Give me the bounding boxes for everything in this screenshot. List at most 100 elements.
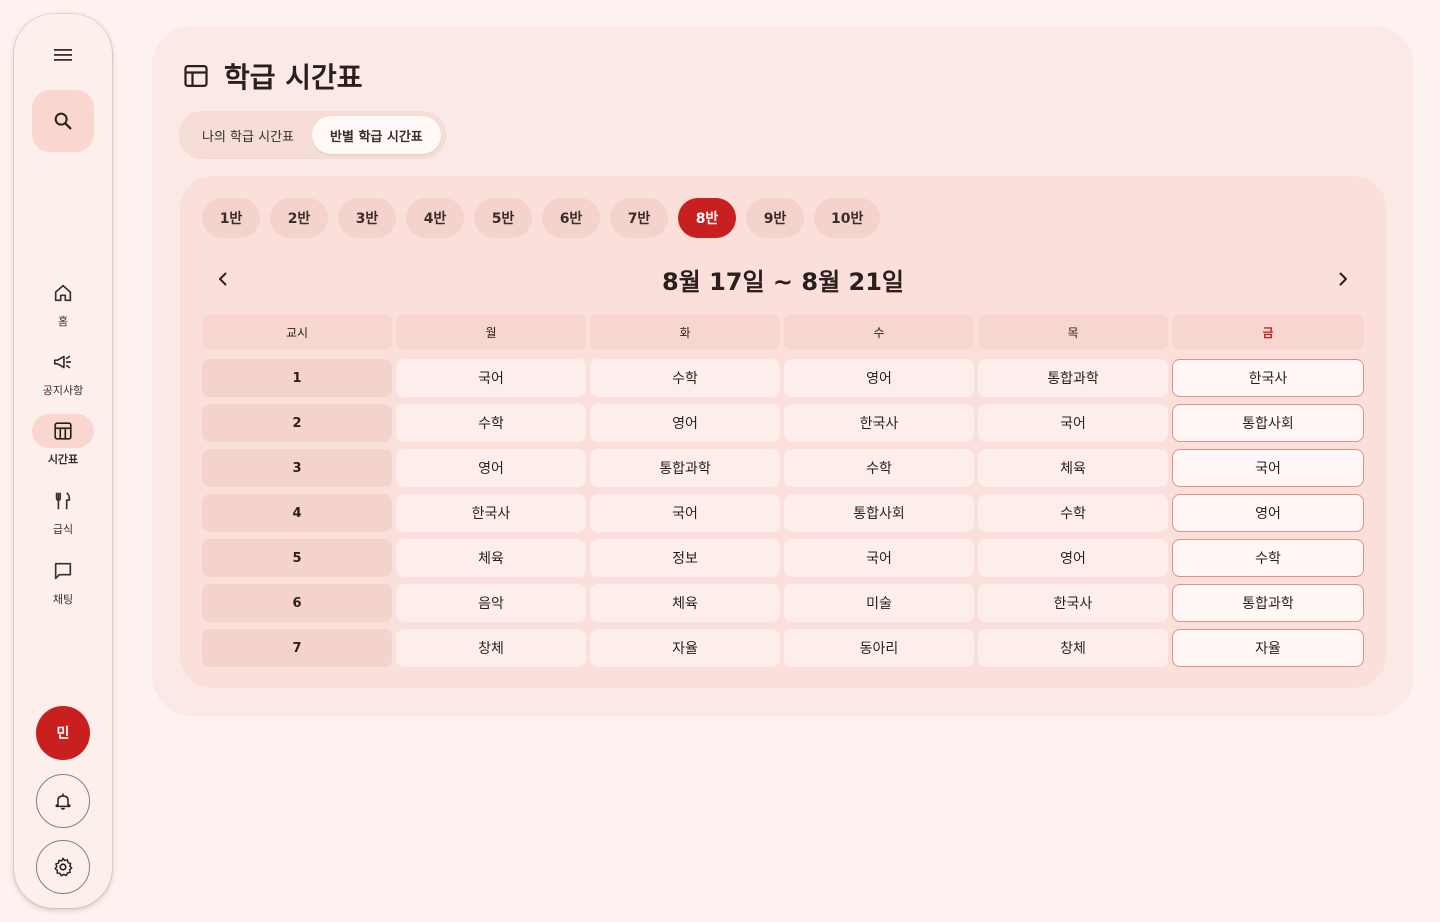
class-tab[interactable]: 10반 bbox=[814, 198, 881, 238]
subject-cell[interactable]: 수학 bbox=[978, 494, 1168, 532]
day-column-header: 수 bbox=[784, 314, 974, 350]
chat-icon bbox=[54, 562, 72, 580]
class-tab[interactable]: 7반 bbox=[610, 198, 668, 238]
class-tab[interactable]: 6반 bbox=[542, 198, 600, 238]
period-number: 7 bbox=[202, 629, 392, 667]
class-tab[interactable]: 5반 bbox=[474, 198, 532, 238]
nav-item-notices[interactable]: 공지사항 bbox=[14, 345, 112, 398]
subject-cell[interactable]: 통합과학 bbox=[978, 359, 1168, 397]
subject-cell[interactable]: 수학 bbox=[784, 449, 974, 487]
period-number: 1 bbox=[202, 359, 392, 397]
nav-item-meals[interactable]: 급식 bbox=[14, 484, 112, 537]
subject-cell[interactable]: 동아리 bbox=[784, 629, 974, 667]
subject-cell[interactable]: 국어 bbox=[1172, 449, 1364, 487]
page-header: 학급 시간표 bbox=[182, 56, 363, 96]
hamburger-menu-icon bbox=[54, 49, 72, 61]
subject-cell[interactable]: 영어 bbox=[396, 449, 586, 487]
subject-cell[interactable]: 영어 bbox=[784, 359, 974, 397]
subject-cell[interactable]: 정보 bbox=[590, 539, 780, 577]
subject-cell[interactable]: 한국사 bbox=[396, 494, 586, 532]
day-column-header: 목 bbox=[978, 314, 1168, 350]
subject-cell[interactable]: 창체 bbox=[396, 629, 586, 667]
subject-cell[interactable]: 국어 bbox=[396, 359, 586, 397]
day-column-header: 월 bbox=[396, 314, 586, 350]
period-number: 6 bbox=[202, 584, 392, 622]
class-tab[interactable]: 8반 bbox=[678, 198, 736, 238]
chevron-right-icon bbox=[1339, 272, 1347, 286]
class-tab[interactable]: 2반 bbox=[270, 198, 328, 238]
tab-class-timetable[interactable]: 반별 학급 시간표 bbox=[312, 116, 441, 154]
subject-cell[interactable]: 체육 bbox=[396, 539, 586, 577]
subject-cell[interactable]: 수학 bbox=[396, 404, 586, 442]
bell-icon bbox=[55, 793, 71, 810]
avatar-initial: 민 bbox=[56, 726, 70, 742]
subject-cell[interactable]: 한국사 bbox=[1172, 359, 1364, 397]
search-icon bbox=[54, 112, 72, 130]
subject-cell[interactable]: 국어 bbox=[978, 404, 1168, 442]
chevron-left-icon bbox=[219, 272, 227, 286]
week-range: 8월 17일 ~ 8월 21일 bbox=[661, 267, 905, 296]
period-number: 4 bbox=[202, 494, 392, 532]
subject-cell[interactable]: 국어 bbox=[784, 539, 974, 577]
subject-cell[interactable]: 수학 bbox=[590, 359, 780, 397]
tab-my-class-timetable[interactable]: 나의 학급 시간표 bbox=[184, 116, 312, 154]
menu-button[interactable] bbox=[50, 42, 76, 68]
class-tab[interactable]: 9반 bbox=[746, 198, 804, 238]
subject-cell[interactable]: 자율 bbox=[1172, 629, 1364, 667]
nav-item-chat[interactable]: 채팅 bbox=[14, 554, 112, 607]
subject-cell[interactable]: 한국사 bbox=[978, 584, 1168, 622]
class-tab[interactable]: 1반 bbox=[202, 198, 260, 238]
nav-item-home[interactable]: 홈 bbox=[14, 276, 112, 329]
megaphone-icon bbox=[53, 355, 72, 369]
period-number: 3 bbox=[202, 449, 392, 487]
next-week-button[interactable] bbox=[1322, 258, 1364, 300]
week-navigator: 8월 17일 ~ 8월 21일 bbox=[202, 258, 1364, 300]
subject-cell[interactable]: 영어 bbox=[978, 539, 1168, 577]
subject-cell[interactable]: 창체 bbox=[978, 629, 1168, 667]
settings-button[interactable] bbox=[36, 840, 90, 894]
notifications-button[interactable] bbox=[36, 774, 90, 828]
subject-cell[interactable]: 통합과학 bbox=[590, 449, 780, 487]
subject-cell[interactable]: 통합사회 bbox=[784, 494, 974, 532]
gear-icon bbox=[54, 857, 73, 877]
nav-label-timetable: 시간표 bbox=[47, 453, 79, 466]
class-tab[interactable]: 4반 bbox=[406, 198, 464, 238]
timetable-card: 1반 2반 3반 4반 5반 6반 7반 8반 9반 10반 8월 17일 ~ 8월 21일 교시… bbox=[180, 176, 1386, 688]
class-tab[interactable]: 3반 bbox=[338, 198, 396, 238]
subject-cell[interactable]: 통합사회 bbox=[1172, 404, 1364, 442]
day-column-header: 금 bbox=[1172, 314, 1364, 350]
search-button[interactable] bbox=[32, 90, 94, 152]
subject-cell[interactable]: 영어 bbox=[1172, 494, 1364, 532]
nav-label-home: 홈 bbox=[57, 315, 69, 328]
nav-label-chat: 채팅 bbox=[52, 593, 74, 606]
timetable-icon bbox=[184, 64, 208, 88]
subject-cell[interactable]: 자율 bbox=[590, 629, 780, 667]
subject-cell[interactable]: 한국사 bbox=[784, 404, 974, 442]
navigation-rail: 홈 공지사항 시간표 급식 채팅 민 bbox=[14, 14, 112, 908]
utensils-icon bbox=[55, 492, 71, 510]
subject-cell[interactable]: 영어 bbox=[590, 404, 780, 442]
subject-cell[interactable]: 미술 bbox=[784, 584, 974, 622]
subject-cell[interactable]: 음악 bbox=[396, 584, 586, 622]
subject-cell[interactable]: 국어 bbox=[590, 494, 780, 532]
subject-cell[interactable]: 통합과학 bbox=[1172, 584, 1364, 622]
class-selector: 1반 2반 3반 4반 5반 6반 7반 8반 9반 10반 bbox=[202, 198, 881, 238]
avatar[interactable]: 민 bbox=[36, 706, 90, 760]
day-column-header: 화 bbox=[590, 314, 780, 350]
period-column-header: 교시 bbox=[202, 314, 392, 350]
page-title: 학급 시간표 bbox=[224, 61, 363, 94]
period-number: 5 bbox=[202, 539, 392, 577]
timetable-icon bbox=[54, 422, 72, 440]
timetable-grid: 교시 월 화 수 목 금 1 국어 수학 영어 통합과학 한국사 2 수학 영어 한국사 국어 통합사회 3 영어 통합… bbox=[202, 314, 1364, 667]
subject-cell[interactable]: 체육 bbox=[978, 449, 1168, 487]
subject-cell[interactable]: 체육 bbox=[590, 584, 780, 622]
subject-cell[interactable]: 수학 bbox=[1172, 539, 1364, 577]
main-panel: 학급 시간표 나의 학급 시간표 반별 학급 시간표 1반 2반 3반 4반 5반 6반 7… bbox=[152, 26, 1414, 716]
period-number: 2 bbox=[202, 404, 392, 442]
nav-item-timetable[interactable]: 시간표 bbox=[14, 414, 112, 467]
previous-week-button[interactable] bbox=[202, 258, 244, 300]
home-icon bbox=[54, 284, 72, 302]
nav-label-notices: 공지사항 bbox=[42, 384, 84, 397]
timetable-view-toggle: 나의 학급 시간표 반별 학급 시간표 bbox=[180, 112, 445, 158]
nav-label-meals: 급식 bbox=[52, 523, 74, 536]
